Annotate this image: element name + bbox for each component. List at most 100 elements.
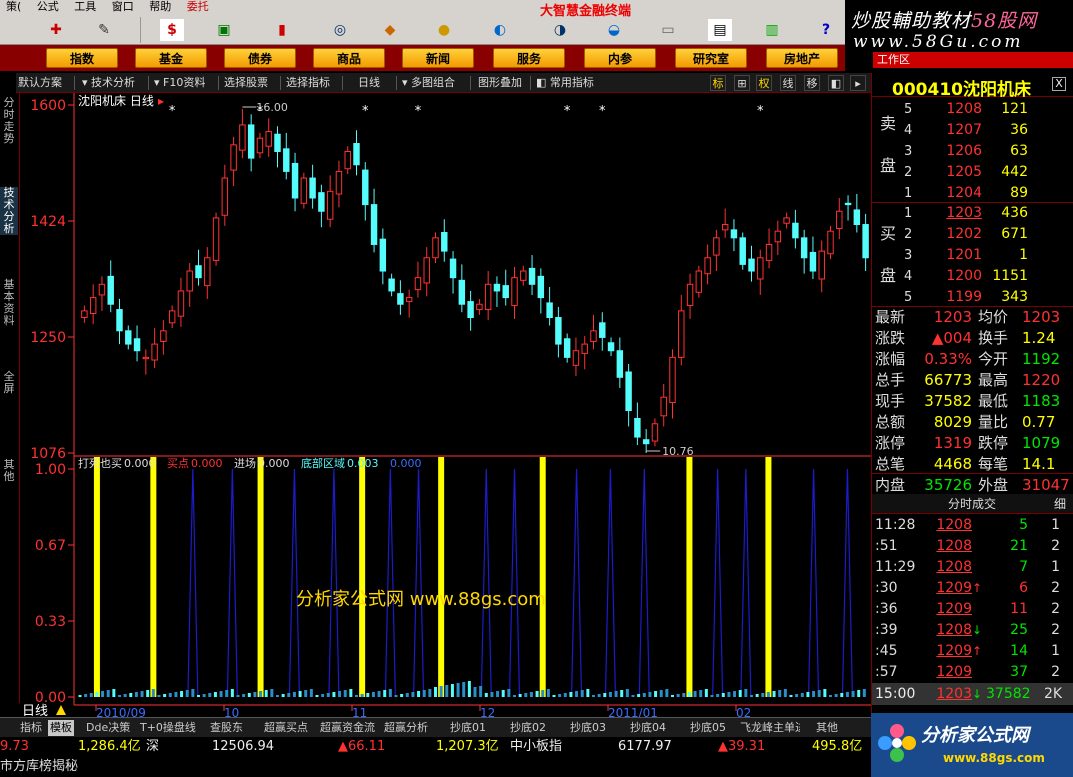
view-overlay[interactable]: 图形叠加 — [478, 75, 522, 91]
category-bond[interactable]: 债券 — [224, 48, 296, 68]
chart-area[interactable]: 160014241250107616.0010.76* * * * * * *沈阳机床 日线… — [20, 93, 871, 717]
bars-icon[interactable]: ▥ — [760, 19, 784, 41]
btab-bottom02[interactable]: 抄底02 — [510, 720, 546, 736]
menu-item-tools[interactable]: 工具 — [68, 0, 102, 13]
btab-bottom01[interactable]: 抄底01 — [450, 720, 486, 736]
ticks-detail-toggle[interactable]: 细 — [1054, 494, 1066, 514]
volume-bar — [834, 694, 838, 697]
bid-row[interactable]: 2 1202 671 — [872, 224, 1073, 245]
category-commodity[interactable]: 商品 — [313, 48, 385, 68]
menu-item-trade[interactable]: 委托 — [181, 0, 215, 13]
volume-bar — [789, 695, 793, 697]
volume-bar — [496, 691, 500, 697]
toggle-grid[interactable]: ⊞ — [734, 75, 750, 91]
toggle-mark[interactable]: 标 — [710, 75, 726, 91]
volume-bar — [84, 694, 88, 697]
ruler-icon[interactable]: ✎ — [92, 19, 116, 41]
view-multi-chart[interactable]: ▾ 多图组合 — [402, 75, 455, 91]
tick-time: 11:29 — [875, 559, 916, 575]
stock-icon[interactable]: ◑ — [548, 19, 572, 41]
candle-body — [116, 309, 123, 332]
btab-bottom05[interactable]: 抄底05 — [690, 720, 726, 736]
tab-fundamentals[interactable]: 基本资料 — [0, 279, 18, 327]
money-icon[interactable]: ▣ — [212, 19, 236, 41]
ask-level: 4 — [904, 123, 913, 138]
tab-other[interactable]: 其他 — [0, 459, 18, 483]
view-scheme[interactable]: 默认方案 — [18, 75, 62, 91]
btab-bottom04[interactable]: 抄底04 — [630, 720, 666, 736]
candle-body — [318, 192, 325, 212]
layout-icon[interactable]: ▤ — [708, 19, 732, 41]
bid-row[interactable]: 1 1203 436 — [872, 203, 1073, 224]
ask-row[interactable]: 3 1206 63 — [872, 141, 1073, 162]
toggle-move[interactable]: 移 — [804, 75, 820, 91]
category-service[interactable]: 服务 — [493, 48, 565, 68]
close-quote-button[interactable]: X — [1052, 77, 1066, 91]
toggle-line[interactable]: 线 — [780, 75, 796, 91]
ask-row[interactable]: 2 1205 442 — [872, 162, 1073, 183]
tick-row: :57 1209 37 2 — [872, 662, 1073, 683]
btab-t0[interactable]: T+0操盘线 — [140, 720, 196, 736]
help-icon[interactable]: ? — [814, 19, 838, 41]
cross-icon[interactable]: ✚ — [44, 19, 68, 41]
candle-body — [844, 202, 852, 206]
volume-bar — [648, 692, 652, 697]
menu-item-strategy[interactable]: 策( — [0, 0, 27, 13]
coin-icon[interactable]: ● — [432, 19, 456, 41]
globe-icon[interactable]: ◐ — [488, 19, 512, 41]
diamond-icon[interactable]: ◆ — [378, 19, 402, 41]
category-realestate[interactable]: 房地产 — [766, 48, 838, 68]
bid-row[interactable]: 5 1199 343 — [872, 287, 1073, 308]
stat-value: 4468 — [933, 455, 972, 473]
volume-bar — [174, 692, 178, 697]
candlestick-icon[interactable]: ▮ — [270, 19, 294, 41]
btab-template[interactable]: 模板 — [48, 720, 74, 736]
toggle-split[interactable]: ◧ — [828, 75, 844, 91]
volume-bar — [292, 692, 296, 697]
menu-item-help[interactable]: 帮助 — [143, 0, 177, 13]
view-common-indicators[interactable]: ◧ 常用指标 — [536, 75, 594, 91]
volume-bar — [298, 691, 302, 697]
category-research[interactable]: 研究室 — [675, 48, 747, 68]
menu-item-window[interactable]: 窗口 — [106, 0, 140, 13]
window-icon[interactable]: ▭ — [656, 19, 680, 41]
view-select-indicator[interactable]: 选择指标 — [286, 75, 330, 91]
binoculars-icon[interactable]: ◎ — [328, 19, 352, 41]
category-news[interactable]: 新闻 — [402, 48, 474, 68]
tab-intraday[interactable]: 分时走势 — [0, 97, 18, 145]
tab-fullscreen[interactable]: 全屏 — [0, 371, 18, 395]
btab-buypoint[interactable]: 超赢买点 — [264, 720, 308, 736]
ask-row[interactable]: 4 1207 36 — [872, 120, 1073, 141]
btab-indicator[interactable]: 指标 — [20, 720, 42, 736]
ask-row[interactable]: 1 1204 89 — [872, 183, 1073, 204]
btab-analysis[interactable]: 超赢分析 — [384, 720, 428, 736]
category-insider[interactable]: 内参 — [584, 48, 656, 68]
menu-item-formula[interactable]: 公式 — [31, 0, 65, 13]
toggle-next[interactable]: ▸ — [850, 75, 866, 91]
category-index[interactable]: 指数 — [46, 48, 118, 68]
btab-other[interactable]: 其他 — [816, 720, 838, 736]
btab-holders[interactable]: 查股东 — [210, 720, 243, 736]
bid-row[interactable]: 3 1201 1 — [872, 245, 1073, 266]
tab-technical[interactable]: 技术分析 — [0, 187, 18, 235]
ask-row[interactable]: 5 1208 121 — [872, 99, 1073, 120]
volume-bar — [422, 690, 426, 697]
btab-dragon[interactable]: 飞龙峰主单进 — [740, 720, 800, 736]
view-f10[interactable]: ▾ F10资料 — [154, 75, 205, 91]
btab-bottom03[interactable]: 抄底03 — [570, 720, 606, 736]
view-technical[interactable]: ▾ 技术分析 — [82, 75, 135, 91]
toggle-rights[interactable]: 权 — [756, 75, 772, 91]
globe2-icon[interactable]: ◒ — [602, 19, 626, 41]
category-fund[interactable]: 基金 — [135, 48, 207, 68]
news-scroller[interactable]: 市方库榜揭秘 — [0, 757, 871, 777]
tick-count: 2 — [1051, 538, 1060, 554]
dollar-icon[interactable]: $ — [160, 19, 184, 41]
ask-volume: 442 — [1001, 164, 1028, 180]
btab-moneyflow[interactable]: 超赢资金流 — [320, 720, 375, 736]
btab-dde[interactable]: Dde决策 — [86, 720, 130, 736]
bid-row[interactable]: 4 1200 1151 — [872, 266, 1073, 287]
view-select-stock[interactable]: 选择股票 — [224, 75, 268, 91]
indicator-signal-bar — [539, 457, 546, 697]
view-period[interactable]: 日线 — [358, 75, 380, 91]
stat-row: 涨幅 0.33% 今开 1192 — [872, 349, 1073, 370]
